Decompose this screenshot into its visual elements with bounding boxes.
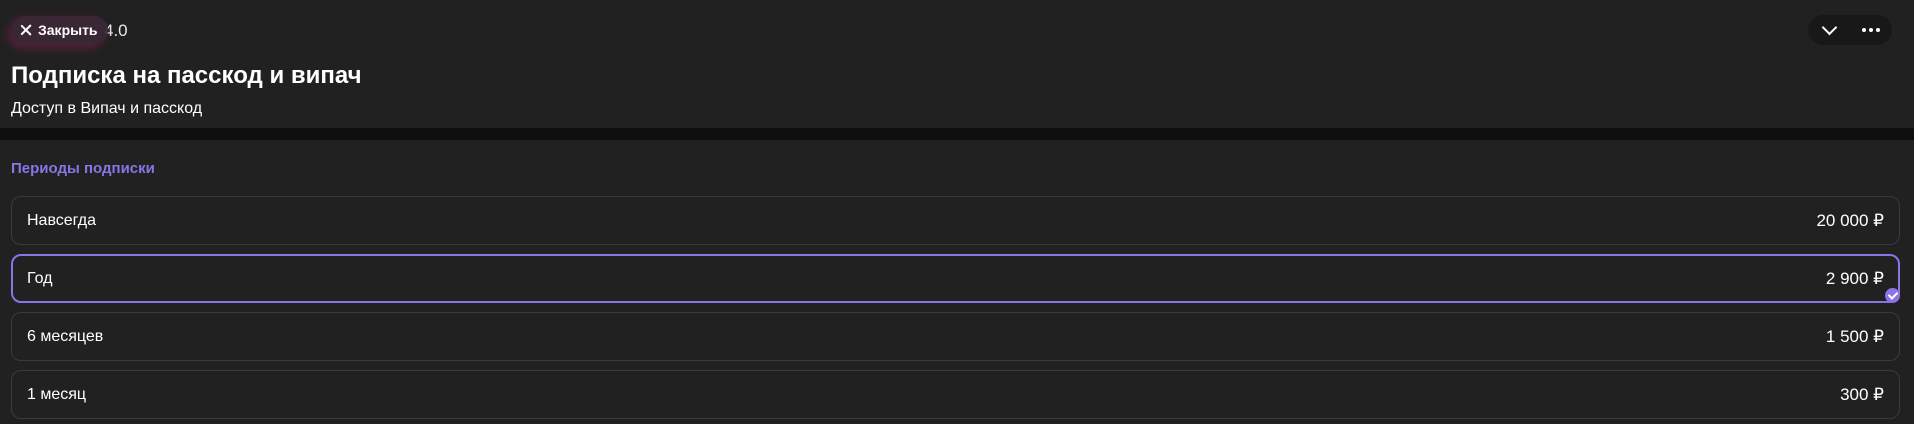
period-name: 1 месяц <box>27 385 87 403</box>
period-name: Год <box>27 269 53 287</box>
header: 4.0 Закрыть Подписка на пасскод и випач … <box>0 0 1914 128</box>
period-name: Навсегда <box>27 211 97 229</box>
collapse-button[interactable] <box>1813 15 1845 45</box>
subscription-page: 4.0 Закрыть Подписка на пасскод и випач … <box>0 0 1914 424</box>
close-button[interactable]: Закрыть <box>12 16 108 44</box>
chevron-down-icon <box>1821 19 1837 36</box>
period-option-1-month[interactable]: 1 месяц 300 ₽ <box>11 370 1900 419</box>
periods-list: Навсегда 20 000 ₽ Год 2 900 ₽ 6 месяцев … <box>11 196 1900 424</box>
check-icon <box>1887 289 1898 300</box>
more-dots-icon <box>1862 28 1880 32</box>
close-icon <box>20 24 32 36</box>
top-controls <box>1808 15 1892 45</box>
more-button[interactable] <box>1855 15 1887 45</box>
selected-badge <box>1885 288 1900 303</box>
close-label: Закрыть <box>38 22 98 38</box>
periods-section-label: Периоды подписки <box>11 160 155 177</box>
period-option-6-months[interactable]: 6 месяцев 1 500 ₽ <box>11 312 1900 361</box>
period-price: 1 500 ₽ <box>1825 326 1884 346</box>
page-subtitle: Доступ в Випач и пасскод <box>11 100 203 117</box>
period-price: 300 ₽ <box>1840 384 1884 404</box>
period-price: 2 900 ₽ <box>1825 268 1884 288</box>
page-title: Подписка на пасскод и випач <box>11 62 362 89</box>
period-name: 6 месяцев <box>27 327 104 345</box>
period-price: 20 000 ₽ <box>1816 210 1884 230</box>
period-option-year[interactable]: Год 2 900 ₽ <box>11 254 1900 303</box>
section-divider <box>0 128 1914 140</box>
period-option-forever[interactable]: Навсегда 20 000 ₽ <box>11 196 1900 245</box>
